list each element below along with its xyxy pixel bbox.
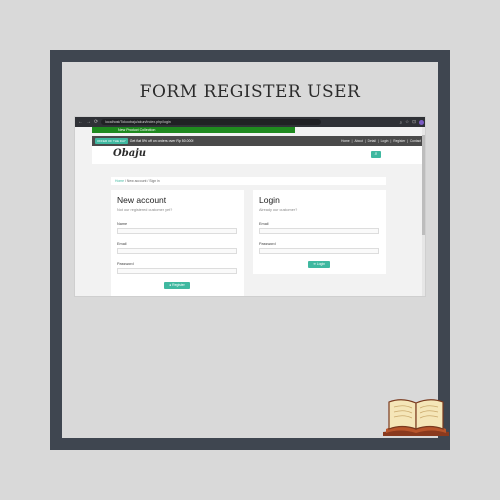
back-icon[interactable]: ← xyxy=(78,117,83,127)
topnav-home[interactable]: Home xyxy=(341,139,350,143)
site-header: Obaju ⌕ xyxy=(92,146,424,164)
poster-title: FORM REGISTER USER xyxy=(139,82,361,102)
topnav-detail[interactable]: Detail xyxy=(368,139,376,143)
open-book-icon xyxy=(383,399,449,436)
login-subtitle: Already our customer? xyxy=(259,208,298,212)
page-scrollbar[interactable] xyxy=(422,127,425,296)
offer-text: Get flat 5% off on orders over Rp 50.000… xyxy=(129,139,194,143)
login-card: Login Already our customer? Email Passwo… xyxy=(253,190,386,274)
topnav-sep: | xyxy=(364,139,366,143)
reload-icon[interactable]: ⟳ xyxy=(94,117,98,127)
login-email-field[interactable] xyxy=(259,228,379,234)
site-logo[interactable]: Obaju xyxy=(113,148,146,159)
topnav-sep: | xyxy=(351,139,353,143)
email-field[interactable] xyxy=(117,248,237,254)
promo-strip: New Product Collection xyxy=(92,127,295,133)
topnav-login[interactable]: Login xyxy=(381,139,389,143)
login-button-label: Login xyxy=(316,262,326,266)
topnav-about[interactable]: About xyxy=(355,139,363,143)
login-password-label: Password xyxy=(259,242,276,246)
search-icon[interactable]: ⌕ xyxy=(400,120,403,125)
star-icon[interactable]: ☆ xyxy=(405,119,409,125)
register-title: New account xyxy=(117,195,167,205)
register-card: New account Not our registered customer … xyxy=(111,190,244,296)
register-button[interactable]: ● Register xyxy=(164,282,190,289)
login-title: Login xyxy=(259,195,280,205)
address-bar[interactable]: localhost/Tokoobaju/akun/index.php/login xyxy=(101,119,322,125)
offer-badge[interactable]: OFFER OF THE DAY xyxy=(95,138,128,144)
login-email-label: Email xyxy=(259,222,269,226)
breadcrumb-current: New account / Sign in xyxy=(126,179,160,183)
extension-icon[interactable]: ⊡ xyxy=(412,119,416,125)
search-icon: ⌕ xyxy=(374,151,378,157)
name-label: Name xyxy=(117,222,128,226)
topnav-sep: | xyxy=(377,139,379,143)
login-button[interactable]: ➜ Login xyxy=(308,261,330,268)
top-bar: OFFER OF THE DAY Get flat 5% off on orde… xyxy=(92,136,424,146)
breadcrumb: Home / New account / Sign in xyxy=(111,177,386,185)
password-field[interactable] xyxy=(117,268,237,274)
avatar[interactable] xyxy=(419,119,424,125)
password-label: Password xyxy=(117,262,134,266)
name-field[interactable] xyxy=(117,228,237,234)
top-nav: Home | About | Detail | Login | Register… xyxy=(341,139,421,143)
browser-tools: ⌕ ☆ ⊡ xyxy=(400,119,424,125)
scrollbar-thumb[interactable] xyxy=(422,135,425,235)
browser-chrome: ← → ⟳ localhost/Tokoobaju/akun/index.php… xyxy=(75,117,425,127)
register-button-label: Register xyxy=(172,283,185,287)
email-label: Email xyxy=(117,242,127,246)
topnav-sep: | xyxy=(407,139,408,143)
browser-screenshot: ← → ⟳ localhost/Tokoobaju/akun/index.php… xyxy=(74,116,426,297)
topnav-sep: | xyxy=(390,139,392,143)
topnav-register[interactable]: Register xyxy=(393,139,405,143)
forward-icon[interactable]: → xyxy=(86,117,91,127)
search-button[interactable]: ⌕ xyxy=(371,151,381,158)
login-password-field[interactable] xyxy=(259,248,379,254)
topnav-contact[interactable]: Contact xyxy=(410,139,421,143)
register-subtitle: Not our registered customer yet? xyxy=(117,208,173,212)
breadcrumb-home[interactable]: Home xyxy=(115,179,124,183)
